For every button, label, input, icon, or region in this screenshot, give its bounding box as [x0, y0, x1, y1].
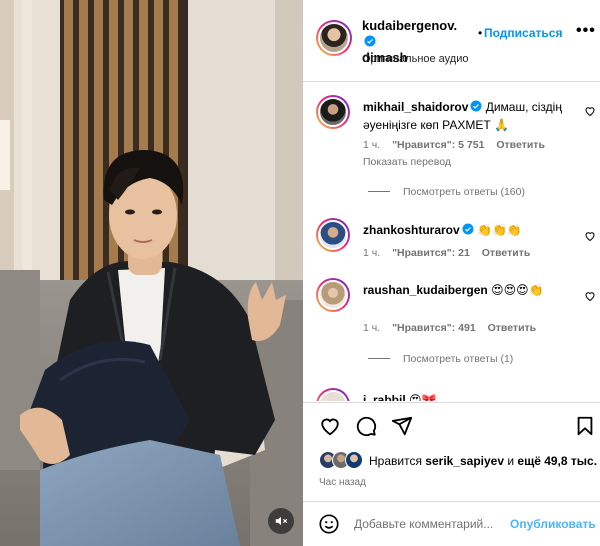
likes-text: Нравится serik_sapiyev и ещё 49,8 тыс.: [369, 454, 597, 468]
comment-likes[interactable]: "Нравится": 5 751: [392, 139, 484, 151]
commenter-avatar[interactable]: [316, 218, 350, 252]
follow-button[interactable]: Подписаться: [484, 26, 562, 40]
heart-icon[interactable]: [584, 230, 596, 242]
likes-summary: Нравится serik_sapiyev и ещё 49,8 тыс.: [319, 450, 599, 472]
post-sidebar: kudaibergenov. dimash • Подписаться ••• …: [303, 0, 600, 546]
comment-text: zhankoshturarov 👏👏👏: [363, 221, 568, 239]
comment-time[interactable]: 1 ч.: [363, 322, 380, 334]
view-replies-label: Посмотреть ответы (1): [403, 353, 514, 365]
comment-username[interactable]: raushan_kudaibergen: [363, 283, 488, 297]
replies-divider-line: [368, 191, 390, 192]
commenter-avatar[interactable]: [316, 95, 350, 129]
reply-button[interactable]: Ответить: [482, 247, 531, 259]
liker-avatar[interactable]: [345, 451, 363, 469]
comment-username[interactable]: zhankoshturarov: [363, 223, 460, 237]
show-translation-button[interactable]: Показать перевод: [363, 156, 451, 168]
post-actions: Нравится serik_sapiyev и ещё 49,8 тыс. Ч…: [303, 402, 600, 546]
comment-content: 😍😍😍👏: [491, 283, 544, 297]
heart-icon[interactable]: [584, 290, 596, 302]
reel-video-frame: [0, 0, 303, 546]
bookmark-icon[interactable]: [574, 415, 596, 437]
comment-meta: 1 ч. "Нравится": 5 751 Ответить: [363, 139, 554, 151]
comment-meta: 1 ч. "Нравится": 491 Ответить: [363, 322, 545, 334]
verified-badge-icon: [364, 35, 376, 47]
heart-icon[interactable]: [584, 105, 596, 117]
smiley-icon[interactable]: [318, 513, 340, 535]
comment-text: raushan_kudaibergen 😍😍😍👏: [363, 281, 568, 299]
paper-plane-icon[interactable]: [391, 415, 413, 437]
heart-icon[interactable]: [319, 415, 341, 437]
comment-input[interactable]: [354, 514, 504, 534]
comment-time[interactable]: 1 ч.: [363, 139, 380, 151]
separator-dot: •: [478, 26, 483, 40]
replies-divider-line: [368, 358, 390, 359]
liker-username[interactable]: serik_sapiyev: [425, 454, 504, 468]
commenter-avatar[interactable]: [316, 278, 350, 312]
publish-button[interactable]: Опубликовать: [510, 517, 596, 531]
view-replies-button[interactable]: Посмотреть ответы (1): [368, 353, 513, 365]
view-replies-button[interactable]: Посмотреть ответы (160): [368, 186, 525, 198]
original-audio-link[interactable]: Оригинальное аудио: [362, 53, 469, 65]
comment-likes[interactable]: "Нравится": 21: [392, 247, 470, 259]
author-avatar[interactable]: [316, 20, 352, 56]
verified-badge-icon: [462, 223, 474, 235]
comment-username[interactable]: i_rabbil: [363, 393, 406, 401]
comment-username[interactable]: mikhail_shaidorov: [363, 100, 468, 114]
reel-video[interactable]: [0, 0, 303, 546]
post-timestamp[interactable]: Час назад: [319, 477, 366, 488]
post-header: kudaibergenov. dimash • Подписаться ••• …: [303, 0, 600, 82]
comment-text: mikhail_shaidorov Димаш, сіздің әуеніңіз…: [363, 98, 568, 134]
likes-conjunction: и: [504, 454, 518, 468]
likes-prefix: Нравится: [369, 454, 426, 468]
verified-badge-icon: [470, 100, 482, 112]
comment-text: i_rabbil 😍🎀: [363, 391, 568, 401]
comment-content: 😍🎀: [409, 393, 437, 401]
likes-others-count[interactable]: ещё 49,8 тыс.: [517, 454, 597, 468]
comment-time[interactable]: 1 ч.: [363, 247, 380, 259]
comment-content: 👏👏👏: [477, 223, 522, 237]
speaker-muted-icon: [275, 516, 288, 526]
comment-likes[interactable]: "Нравится": 491: [392, 322, 476, 334]
author-username-line1[interactable]: kudaibergenov.: [362, 18, 457, 33]
more-options-icon[interactable]: •••: [576, 22, 596, 40]
mute-button[interactable]: [268, 508, 294, 534]
comment-meta: 1 ч. "Нравится": 21 Ответить: [363, 247, 539, 259]
commenter-avatar[interactable]: [316, 388, 350, 401]
view-replies-label: Посмотреть ответы (160): [403, 186, 525, 198]
comment-icon[interactable]: [355, 415, 377, 437]
comments-list[interactable]: mikhail_shaidorov Димаш, сіздің әуеніңіз…: [303, 83, 600, 401]
add-comment-bar: Опубликовать: [303, 501, 600, 546]
reply-button[interactable]: Ответить: [488, 322, 537, 334]
reply-button[interactable]: Ответить: [496, 139, 545, 151]
